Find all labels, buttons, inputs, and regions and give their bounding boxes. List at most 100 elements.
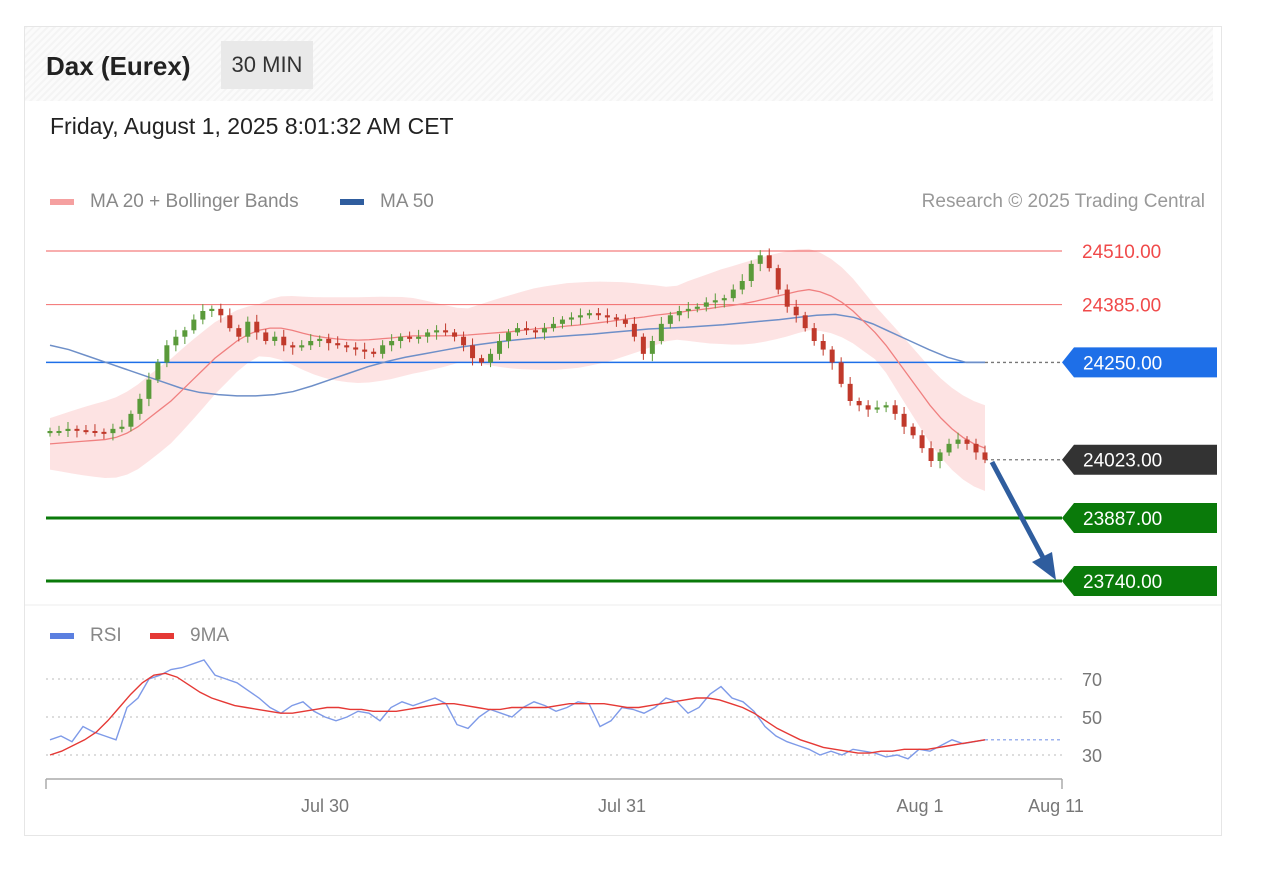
candle-body <box>550 323 556 329</box>
candle-body <box>919 435 925 449</box>
candle-body <box>389 341 395 346</box>
candle-body <box>865 405 871 410</box>
candle-body <box>739 281 745 290</box>
candle-body <box>883 405 889 408</box>
candle-body <box>317 338 323 341</box>
rsi-level-label: 70 <box>1082 670 1102 690</box>
candle-body <box>757 255 763 264</box>
candle-body <box>443 330 449 333</box>
candle-body <box>101 431 107 434</box>
candle-body <box>910 426 916 436</box>
candle-body <box>703 302 709 307</box>
candle-body <box>793 306 799 316</box>
forecast-arrow-shaft <box>989 460 1050 567</box>
candle-body <box>523 328 529 331</box>
candle-body <box>209 308 215 311</box>
rsi-level-label: 30 <box>1082 746 1102 766</box>
candle-body <box>613 317 619 320</box>
level-label: 23887.00 <box>1083 509 1162 530</box>
candle-body <box>344 345 350 348</box>
rsi-ma9-line <box>49 672 986 756</box>
candle-body <box>766 255 772 269</box>
candle-body <box>694 306 700 309</box>
candle-body <box>901 413 907 427</box>
candle-body <box>83 430 89 433</box>
candle-body <box>200 311 206 320</box>
candle-body <box>326 338 332 344</box>
candle-body <box>982 452 988 460</box>
candle-body <box>730 289 736 299</box>
candle-body <box>74 428 80 431</box>
candle-body <box>371 351 377 354</box>
candle-body <box>434 330 440 333</box>
candle-body <box>874 407 880 410</box>
candle-body <box>218 308 224 316</box>
candle-body <box>110 428 116 434</box>
x-tick-label: Jul 30 <box>301 796 349 816</box>
candle-body <box>856 401 862 406</box>
candle-body <box>47 431 53 434</box>
candle-body <box>425 332 431 337</box>
candle-body <box>335 343 341 346</box>
level-label: 23740.00 <box>1083 572 1162 593</box>
candle-body <box>281 336 287 346</box>
candle-body <box>775 268 781 290</box>
candle-body <box>748 263 754 281</box>
candle-body <box>515 328 520 333</box>
candle-body <box>479 358 485 363</box>
candle-body <box>299 345 305 348</box>
level-label: 24023.00 <box>1083 451 1162 472</box>
candle-body <box>182 330 188 337</box>
candle-body <box>470 345 476 359</box>
rsi-level-label: 50 <box>1082 708 1102 728</box>
candle-body <box>559 319 565 324</box>
forecast-arrow-head <box>1032 552 1056 580</box>
candle-body <box>820 341 826 350</box>
candle-body <box>802 315 808 329</box>
candle-body <box>928 448 934 461</box>
candle-body <box>532 330 538 333</box>
candle-body <box>829 349 835 363</box>
level-label: 24385.00 <box>1082 296 1161 317</box>
candle-body <box>622 319 628 324</box>
candle-body <box>892 405 898 414</box>
candle-body <box>461 336 467 346</box>
candle-body <box>937 452 943 461</box>
candle-body <box>541 328 547 333</box>
candle-body <box>667 315 673 324</box>
candle-body <box>119 426 125 429</box>
level-label: 24250.00 <box>1083 353 1162 374</box>
candle-body <box>712 300 718 303</box>
candle-body <box>973 443 979 453</box>
candle-body <box>595 313 601 316</box>
candle-body <box>604 315 610 318</box>
candle-body <box>398 336 404 341</box>
candle-body <box>308 341 314 346</box>
rsi-line <box>49 659 986 760</box>
candle-body <box>155 362 161 380</box>
candle-body <box>640 336 646 354</box>
x-tick-label: Aug 11 <box>1028 796 1084 816</box>
candle-body <box>164 345 170 363</box>
candle-body <box>497 341 503 354</box>
candle-body <box>838 362 844 384</box>
candle-body <box>254 321 260 333</box>
candle-body <box>65 428 71 431</box>
candle-body <box>784 289 790 307</box>
candle-body <box>488 353 494 363</box>
candle-body <box>416 336 422 339</box>
candle-body <box>146 379 152 399</box>
candle-body <box>362 349 368 352</box>
candle-body <box>631 323 637 337</box>
candle-body <box>173 336 179 346</box>
candle-body <box>407 336 413 339</box>
candle-body <box>964 439 970 444</box>
candle-body <box>92 431 98 433</box>
candle-body <box>847 383 853 401</box>
candle-body <box>245 321 251 337</box>
candle-body <box>452 332 458 337</box>
candle-body <box>353 347 359 350</box>
candle-body <box>272 336 278 341</box>
candle-body <box>586 313 592 316</box>
bollinger-band <box>50 248 985 491</box>
